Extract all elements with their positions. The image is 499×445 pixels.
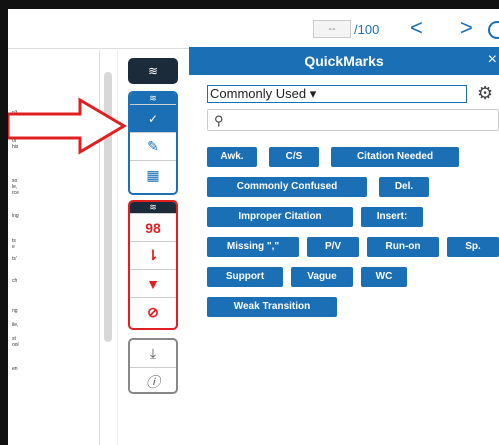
grid-icon[interactable]: ▦ — [130, 161, 176, 189]
quickmark-button[interactable]: Del. — [379, 177, 429, 197]
quickmarks-panel: QuickMarks × Commonly Used ▾ ⚙ ⚲ Awk. C/… — [189, 47, 499, 445]
layers-group: ≋ — [128, 58, 178, 84]
document-line: ts' — [12, 256, 17, 262]
layers-icon: ≋ — [130, 202, 176, 214]
quickmark-button[interactable]: Run-on — [367, 237, 439, 257]
search-icon: ⚲ — [214, 113, 224, 128]
document-line: rce — [12, 190, 19, 196]
close-icon[interactable]: × — [488, 51, 497, 69]
document-line: ing — [12, 213, 19, 219]
quickmark-button[interactable]: Missing "," — [207, 237, 299, 257]
top-toolbar: -- /100 < > — [8, 9, 499, 49]
document-line: ile, — [12, 322, 19, 328]
quickmark-button[interactable]: Weak Transition — [207, 297, 337, 317]
panel-header: QuickMarks × — [189, 47, 499, 75]
document-line: e — [12, 244, 15, 250]
download-icon[interactable]: ⤓ — [130, 340, 176, 368]
layers-icon: ≋ — [130, 93, 176, 105]
page-total: /100 — [354, 22, 380, 37]
clock-icon[interactable] — [488, 21, 499, 39]
quickmark-button[interactable]: P/V — [307, 237, 359, 257]
exclude-icon[interactable]: ⊘ — [130, 298, 176, 326]
quickmark-button[interactable]: Vague — [291, 267, 353, 287]
document-line: en — [12, 366, 18, 372]
quickmark-set-select[interactable]: Commonly Used ▾ — [207, 85, 467, 103]
document-line: ool — [12, 342, 19, 348]
grading-group: ≋ ✓ ✎ ▦ — [128, 91, 178, 195]
panel-title: QuickMarks — [304, 53, 384, 69]
document-line: ch — [12, 278, 18, 284]
quickmark-button[interactable]: Insert: — [361, 207, 423, 227]
quickmark-button[interactable]: WC — [361, 267, 407, 287]
page-number-input[interactable]: -- — [313, 20, 351, 38]
quickmark-button[interactable]: Support — [207, 267, 283, 287]
edit-icon[interactable]: ✎ — [130, 133, 176, 161]
similarity-group: ≋ 98 ⇂ ▼ ⊘ — [128, 200, 178, 330]
chevron-down-icon: ▾ — [309, 86, 317, 101]
quickmark-button[interactable]: Improper Citation — [207, 207, 353, 227]
previous-page-button[interactable]: < — [410, 17, 423, 39]
side-tool-strip: ≋ ≋ ✓ ✎ ▦ ≋ 98 ⇂ ▼ ⊘ ⤓ ⓘ — [128, 58, 178, 445]
quickmark-button[interactable]: Citation Needed — [331, 147, 459, 167]
next-page-button[interactable]: > — [460, 17, 473, 39]
similarity-score: 98 — [145, 219, 161, 236]
sort-icon[interactable]: ⇂ — [130, 242, 176, 270]
quickmarks-check-icon[interactable]: ✓ — [130, 105, 176, 133]
quickmark-button[interactable]: C/S — [269, 147, 319, 167]
document-line: ng — [12, 308, 18, 314]
misc-group: ⤓ ⓘ — [128, 338, 178, 394]
set-name: Commonly Used — [210, 86, 307, 101]
quickmark-button[interactable]: Sp. — [447, 237, 499, 257]
red-arrow-annotation — [8, 97, 127, 155]
layers-icon[interactable]: ≋ — [128, 58, 178, 84]
similarity-score-button[interactable]: 98 — [130, 214, 176, 242]
search-input[interactable]: ⚲ — [207, 109, 499, 131]
filter-icon[interactable]: ▼ — [130, 270, 176, 298]
quickmark-button[interactable]: Awk. — [207, 147, 257, 167]
info-icon[interactable]: ⓘ — [130, 368, 176, 392]
quickmark-button[interactable]: Commonly Confused — [207, 177, 367, 197]
gear-icon[interactable]: ⚙ — [477, 83, 493, 104]
